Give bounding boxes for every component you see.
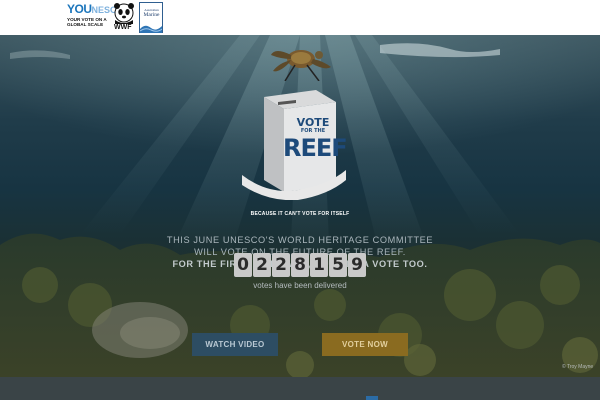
panda-icon — [114, 3, 134, 24]
vote-counter: 0 2 2 8 1 5 9 — [234, 253, 370, 277]
wwf-text: WWF — [114, 24, 132, 31]
box-tagline: BECAUSE IT CAN'T VOTE FOR ITSELF — [250, 211, 350, 217]
box-reef-text: REEF — [283, 134, 348, 162]
sea-turtle-image — [271, 50, 331, 81]
logo-you-text: YOU — [67, 2, 92, 16]
counter-digit: 8 — [291, 253, 309, 277]
marine-logo-text-main: Marine — [143, 12, 160, 18]
counter-digit: 5 — [329, 253, 347, 277]
counter-digit: 9 — [348, 253, 366, 277]
site-header: YOUNESCO YOUR VOTE ON A GLOBAL SCALE WWF… — [0, 0, 600, 35]
counter-digit: 1 — [310, 253, 328, 277]
hero-section: VOTE FOR THE REEF BECAUSE IT CAN'T VOTE … — [0, 35, 600, 377]
younesco-logo[interactable]: YOUNESCO YOUR VOTE ON A GLOBAL SCALE — [67, 2, 124, 32]
wwf-logo[interactable]: WWF — [113, 2, 135, 33]
counter-digit: 0 — [234, 253, 252, 277]
intro-line-1: THIS JUNE UNESCO'S WORLD HERITAGE COMMIT… — [166, 235, 434, 245]
vote-now-button[interactable]: VOTE NOW — [322, 333, 408, 356]
counter-label: votes have been delivered — [253, 281, 347, 290]
logo-tagline-2: GLOBAL SCALE — [67, 22, 104, 27]
box-vote-text: VOTE — [296, 116, 330, 129]
photo-credit: © Troy Mayne — [562, 364, 594, 370]
wave-icon — [140, 25, 162, 33]
marine-conservation-logo[interactable]: Australian Marine — [139, 2, 163, 33]
footer-bar — [0, 377, 600, 400]
watch-video-button[interactable]: WATCH VIDEO — [192, 333, 278, 356]
counter-digit: 2 — [253, 253, 271, 277]
footer-marker — [366, 396, 378, 400]
counter-digit: 2 — [272, 253, 290, 277]
